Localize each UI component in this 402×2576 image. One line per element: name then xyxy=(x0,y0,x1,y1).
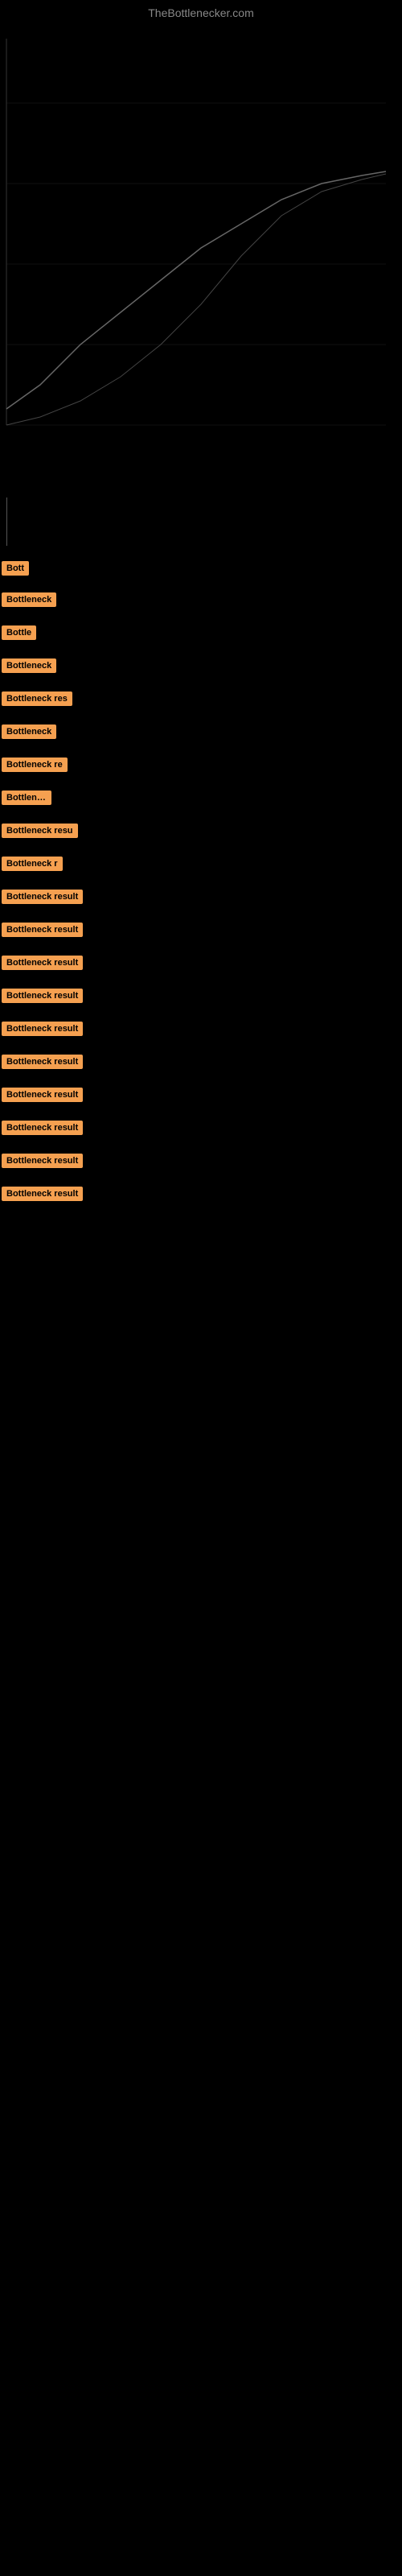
bottleneck-item-1: Bott xyxy=(0,557,402,584)
bottleneck-label-9: Bottleneck resu xyxy=(2,824,78,838)
bottleneck-label-20: Bottleneck result xyxy=(2,1187,83,1201)
bottleneck-item-8: Bottlenec xyxy=(0,785,402,815)
bottleneck-item-16: Bottleneck result xyxy=(0,1049,402,1079)
bottleneck-label-8: Bottlenec xyxy=(2,791,51,805)
bottleneck-label-2: Bottleneck xyxy=(2,592,56,607)
chart-area xyxy=(0,23,402,489)
bottleneck-label-16: Bottleneck result xyxy=(2,1055,83,1069)
bottleneck-item-9: Bottleneck resu xyxy=(0,818,402,848)
bottleneck-label-4: Bottleneck xyxy=(2,658,56,673)
bottleneck-item-6: Bottleneck xyxy=(0,719,402,749)
bottleneck-item-7: Bottleneck re xyxy=(0,752,402,782)
bottleneck-item-20: Bottleneck result xyxy=(0,1181,402,1211)
bottleneck-item-10: Bottleneck r xyxy=(0,851,402,881)
chart-svg xyxy=(0,23,402,489)
bottleneck-label-14: Bottleneck result xyxy=(2,989,83,1003)
bottleneck-label-1: Bott xyxy=(2,561,29,576)
bottleneck-label-6: Bottleneck xyxy=(2,724,56,739)
bottleneck-item-14: Bottleneck result xyxy=(0,983,402,1013)
bottleneck-label-19: Bottleneck result xyxy=(2,1154,83,1168)
bottleneck-label-13: Bottleneck result xyxy=(2,956,83,970)
bottleneck-label-7: Bottleneck re xyxy=(2,758,68,772)
bottleneck-item-13: Bottleneck result xyxy=(0,950,402,980)
bottleneck-item-15: Bottleneck result xyxy=(0,1016,402,1046)
bottleneck-item-5: Bottleneck res xyxy=(0,686,402,716)
bottleneck-label-15: Bottleneck result xyxy=(2,1022,83,1036)
bottleneck-item-12: Bottleneck result xyxy=(0,917,402,947)
bottleneck-label-12: Bottleneck result xyxy=(2,923,83,937)
bottleneck-item-18: Bottleneck result xyxy=(0,1115,402,1145)
bottleneck-label-11: Bottleneck result xyxy=(2,890,83,904)
bottleneck-item-4: Bottleneck xyxy=(0,653,402,683)
bottleneck-item-19: Bottleneck result xyxy=(0,1148,402,1178)
bottleneck-label-5: Bottleneck res xyxy=(2,691,72,706)
bottleneck-item-3: Bottle xyxy=(0,620,402,650)
bottleneck-label-17: Bottleneck result xyxy=(2,1088,83,1102)
bottleneck-item-11: Bottleneck result xyxy=(0,884,402,914)
bottleneck-label-3: Bottle xyxy=(2,625,36,640)
cursor-line xyxy=(6,497,7,546)
site-title: TheBottlenecker.com xyxy=(0,0,402,23)
bottleneck-label-10: Bottleneck r xyxy=(2,857,63,871)
bottleneck-label-18: Bottleneck result xyxy=(2,1121,83,1135)
bottleneck-item-2: Bottleneck xyxy=(0,587,402,617)
bottleneck-item-17: Bottleneck result xyxy=(0,1082,402,1112)
